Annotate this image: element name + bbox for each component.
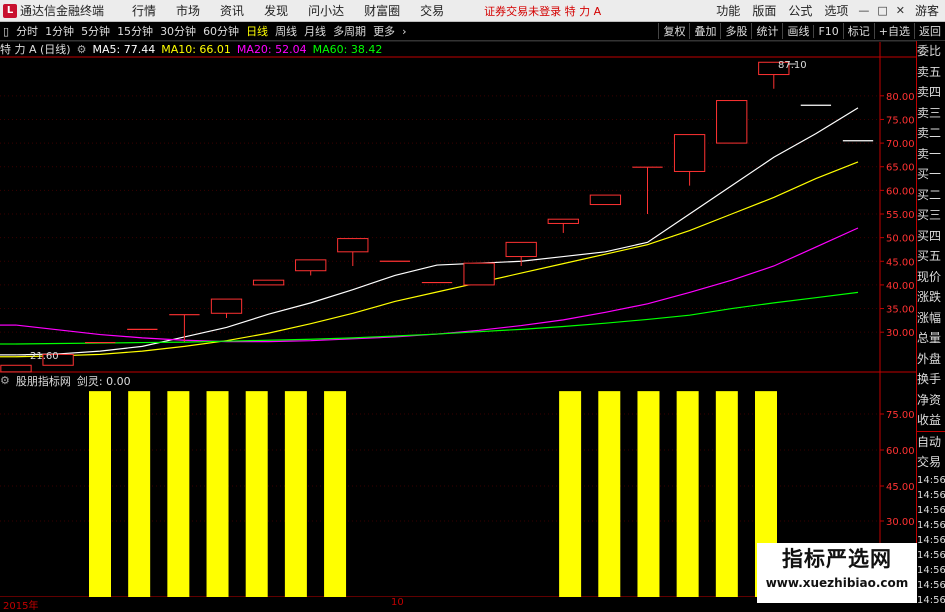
candle-body <box>547 218 579 224</box>
ma-line-ma10 <box>15 161 859 358</box>
quote-field-label: 委比 <box>917 44 942 58</box>
date-label-year: 2015年 <box>3 601 39 612</box>
tick-time: 14:56 <box>917 534 945 546</box>
y-tick-label: 55.00 <box>886 210 915 221</box>
quote-field-label: 净资 <box>917 392 942 407</box>
candle-body <box>295 259 327 272</box>
watermark-title: 指标严选网 <box>782 547 892 571</box>
candle-body <box>210 298 243 314</box>
site-watermark: 指标严选网 www.xuezhibiao.com <box>757 543 917 603</box>
sub-y-tick-label: 75.00 <box>886 410 915 421</box>
quote-field-label: 买五 <box>917 249 942 263</box>
tick-time: 14:56 <box>917 564 945 576</box>
tick-time: 14:56 <box>917 594 945 606</box>
candle-body <box>252 279 285 286</box>
ma-line-ma20 <box>15 227 859 343</box>
candle-body <box>463 262 495 286</box>
candle-body <box>716 100 748 144</box>
candle-body <box>673 134 706 172</box>
y-tick-label: 65.00 <box>886 163 915 174</box>
quote-field-label: 卖五 <box>917 64 942 79</box>
quote-field-label: 外盘 <box>917 351 942 366</box>
quote-field-label: 现价 <box>917 269 942 284</box>
candle-body <box>337 238 369 253</box>
ma-lines <box>0 107 859 358</box>
auto-trade-label[interactable]: 自动 <box>917 432 945 453</box>
tick-time: 14:56 <box>917 549 945 561</box>
y-tick-label: 70.00 <box>886 139 915 150</box>
watermark-url: www.xuezhibiao.com <box>765 576 909 590</box>
sub-y-tick-label: 45.00 <box>886 482 915 493</box>
quote-field-label: 买三 <box>917 208 942 222</box>
sub-y-ticks: 75.00 60.00 45.00 30.00 <box>880 410 915 528</box>
tick-time: 14:56 <box>917 519 945 531</box>
quote-field-label: 换手 <box>917 372 942 386</box>
candles <box>0 61 874 373</box>
quote-field-label: 总量 <box>917 331 942 345</box>
candle-body <box>505 241 537 258</box>
main-y-ticks: 80.00 75.00 70.00 65.00 60.00 55.00 50.00 45.00… <box>880 92 915 339</box>
auto-trade-label[interactable]: 交易 <box>917 452 945 473</box>
annotations: 87.10 21.60 <box>30 60 807 362</box>
sub-settings-icon[interactable]: ⚙ <box>0 374 10 387</box>
low-price-label: 21.60 <box>30 351 59 362</box>
y-tick-label: 35.00 <box>886 305 915 316</box>
quote-field-label: 卖二 <box>917 126 942 140</box>
quote-field-label: 买一 <box>917 167 942 181</box>
signal-bar <box>676 391 699 597</box>
candle-body <box>0 364 32 373</box>
signal-bar <box>206 391 229 597</box>
signal-bar <box>637 391 660 597</box>
tick-time: 14:56 <box>917 474 945 486</box>
sub-bars <box>89 391 777 597</box>
candle-body <box>589 194 622 206</box>
sub-chart-info: ⚙ 股朋指标网 剑灵: 0.00 <box>0 373 880 388</box>
quote-field-label: 买四 <box>917 228 942 243</box>
date-label-month: 10 <box>391 597 404 608</box>
quote-field-label: 卖一 <box>917 146 942 161</box>
signal-bar <box>89 391 111 597</box>
y-tick-label: 60.00 <box>886 186 915 197</box>
back-button[interactable]: 返回 <box>914 23 945 39</box>
signal-bar <box>715 391 738 597</box>
quote-field-label: 卖四 <box>917 85 942 99</box>
signal-bar <box>598 391 621 597</box>
quote-field-label: 涨跌 <box>917 290 942 304</box>
quote-field-label: 涨幅 <box>917 310 942 325</box>
y-tick-label: 30.00 <box>886 328 915 339</box>
sub-y-tick-label: 30.00 <box>886 517 915 528</box>
signal-bar <box>559 391 582 597</box>
indicator-name: 股朋指标网 <box>15 374 71 388</box>
kline-chart[interactable]: 80.00 75.00 70.00 65.00 60.00 55.00 50.00 45.00… <box>0 0 916 609</box>
y-tick-label: 50.00 <box>886 234 915 245</box>
tick-time: 14:56 <box>917 489 945 501</box>
signal-bar <box>324 391 347 597</box>
tick-time: 14:56 <box>917 579 945 591</box>
quote-field-label: 卖三 <box>917 105 942 120</box>
quote-field-label: 买二 <box>917 187 942 202</box>
y-tick-label: 80.00 <box>886 92 915 103</box>
tick-time: 14:56 <box>917 504 945 516</box>
signal-bar <box>245 391 268 597</box>
signal-bar <box>167 391 190 597</box>
y-tick-label: 40.00 <box>886 281 915 292</box>
y-tick-label: 45.00 <box>886 257 915 268</box>
y-tick-label: 75.00 <box>886 115 915 126</box>
sub-y-tick-label: 60.00 <box>886 446 915 457</box>
guest-user[interactable]: 游客 <box>915 2 939 19</box>
signal-bar <box>128 391 151 597</box>
main-grid <box>0 95 880 333</box>
quote-panel: 委比卖五卖四卖三卖二卖一买一买二买三买四买五现价涨跌涨幅总量外盘换手净资收益 自… <box>916 41 945 606</box>
high-price-label: 87.10 <box>778 60 807 71</box>
ma-line-ma60 <box>15 291 859 345</box>
ma-line-ma5 <box>15 107 859 356</box>
quote-field-label: 收益 <box>917 413 942 427</box>
signal-bar <box>284 391 307 597</box>
indicator-value: 剑灵: 0.00 <box>76 374 131 388</box>
